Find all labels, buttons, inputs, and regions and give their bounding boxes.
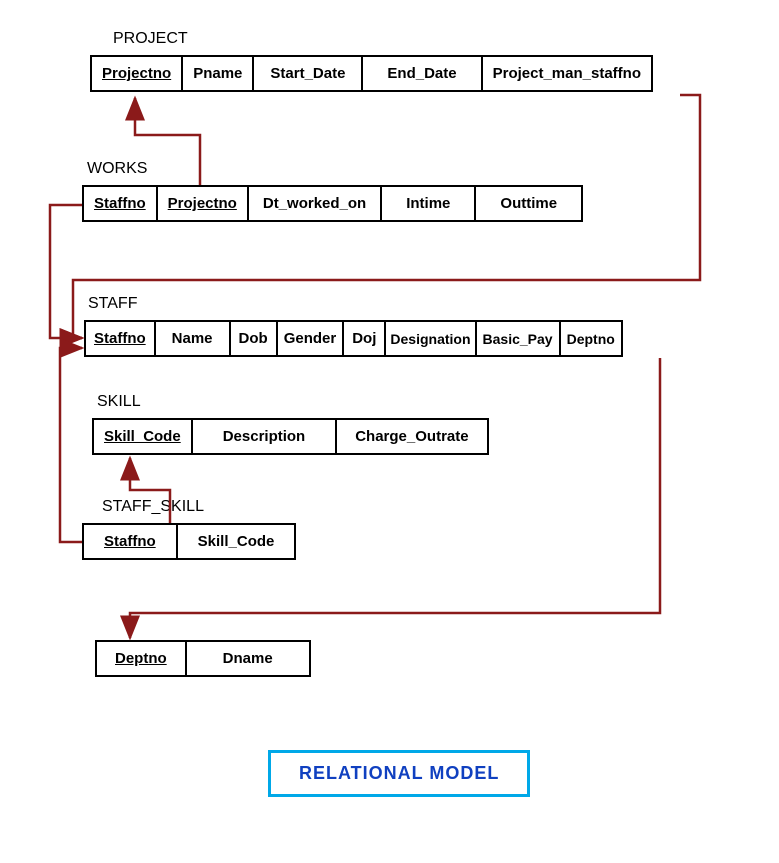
table-name-works: WORKS: [87, 160, 147, 178]
col-staff-name: Name: [154, 320, 231, 357]
col-works-staffno: Staffno: [82, 185, 158, 222]
table-works: Staffno Projectno Dt_worked_on Intime Ou…: [82, 185, 583, 222]
col-project-startdate: Start_Date: [252, 55, 363, 92]
footer-title: RELATIONAL MODEL: [268, 750, 530, 797]
col-works-intime: Intime: [380, 185, 476, 222]
table-name-project: PROJECT: [113, 30, 188, 48]
col-dept-deptno: Deptno: [95, 640, 187, 677]
table-name-staff: STAFF: [88, 295, 137, 313]
col-skill-description: Description: [191, 418, 338, 455]
col-staffskill-skillcode: Skill_Code: [176, 523, 297, 560]
table-dept: Deptno Dname: [95, 640, 311, 677]
col-staff-staffno: Staffno: [84, 320, 156, 357]
col-staff-deptno: Deptno: [559, 320, 623, 357]
col-staff-designation: Designation: [384, 320, 476, 357]
col-dept-dname: Dname: [185, 640, 311, 677]
table-staff: Staffno Name Dob Gender Doj Designation …: [84, 320, 623, 357]
col-works-outtime: Outtime: [474, 185, 583, 222]
col-works-projectno: Projectno: [156, 185, 249, 222]
col-staffskill-staffno: Staffno: [82, 523, 178, 560]
col-project-projectno: Projectno: [90, 55, 183, 92]
table-skill: Skill_Code Description Charge_Outrate: [92, 418, 489, 455]
col-skill-chargeoutrate: Charge_Outrate: [335, 418, 488, 455]
col-project-manstaffno: Project_man_staffno: [481, 55, 653, 92]
col-project-pname: Pname: [181, 55, 254, 92]
col-staff-gender: Gender: [276, 320, 345, 357]
col-staff-basicpay: Basic_Pay: [475, 320, 561, 357]
table-name-staffskill: STAFF_SKILL: [102, 498, 204, 516]
table-staffskill: Staffno Skill_Code: [82, 523, 296, 560]
col-project-enddate: End_Date: [361, 55, 482, 92]
col-staff-doj: Doj: [342, 320, 386, 357]
table-project: Projectno Pname Start_Date End_Date Proj…: [90, 55, 653, 92]
col-staff-dob: Dob: [229, 320, 278, 357]
col-works-dtworkedon: Dt_worked_on: [247, 185, 382, 222]
col-skill-skillcode: Skill_Code: [92, 418, 193, 455]
table-name-skill: SKILL: [97, 393, 141, 411]
